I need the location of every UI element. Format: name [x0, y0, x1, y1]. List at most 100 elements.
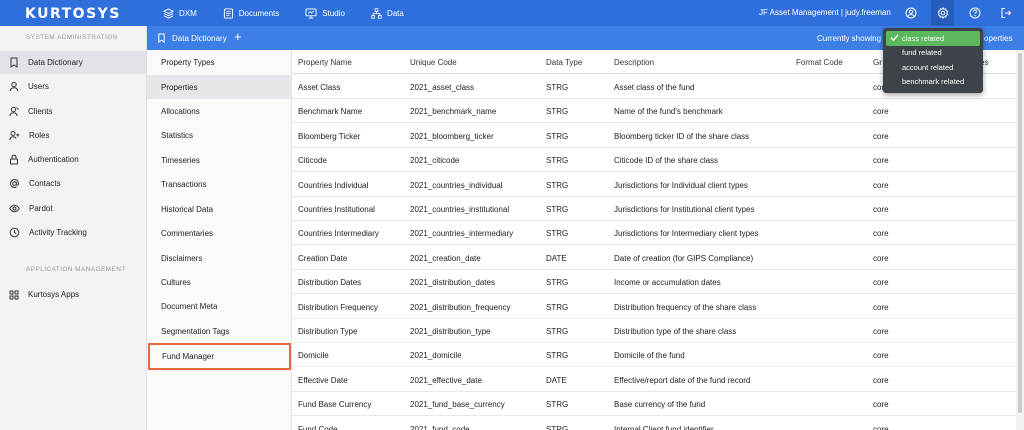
sidebar-item-clients[interactable]: Clients	[0, 100, 146, 123]
table-row[interactable]: Citicode 2021_citicode STRG Citicode ID of …	[292, 148, 1016, 173]
table-row[interactable]: Fund Code 2021_fund_code STRG Internal Clie…	[292, 417, 1016, 430]
cell-property-name: Fund Code	[298, 424, 338, 430]
sidebar-item-users[interactable]: Users	[0, 75, 146, 98]
cell-property-name: Fund Base Currency	[298, 400, 372, 410]
sidebar-item-label: Users	[28, 82, 49, 91]
cell-description: Jurisdictions for Individual client type…	[614, 180, 748, 190]
category-commentaries[interactable]: Commentaries	[147, 221, 292, 245]
category-statistics[interactable]: Statistics	[147, 123, 292, 147]
cell-description: Asset class of the fund	[614, 83, 695, 92]
sidebar-item-data-dictionary[interactable]: Data Dictionary	[0, 51, 146, 74]
sidebar-item-activity-tracking[interactable]: Activity Tracking	[0, 221, 146, 244]
cell-data-type: DATE	[546, 375, 567, 385]
cell-description: Internal Client fund identifier	[614, 424, 714, 430]
at-icon	[9, 178, 20, 189]
category-allocations[interactable]: Allocations	[147, 99, 292, 123]
table-row[interactable]: Countries Individual 2021_countries_indiv…	[292, 173, 1016, 197]
table-row[interactable]: Countries Intermediary 2021_countries_int…	[292, 221, 1016, 246]
sidebar-item-kurtosys-apps[interactable]: Kurtosys Apps	[0, 283, 146, 306]
category-transactions[interactable]: Transactions	[147, 172, 292, 196]
bookmark-icon	[10, 57, 18, 68]
category-timeseries[interactable]: Timeseries	[147, 148, 292, 172]
dropdown-option-benchmark-related[interactable]: benchmark related	[886, 75, 980, 90]
column-header-unique-code[interactable]: Unique Code	[410, 58, 457, 67]
account-label[interactable]: JF Asset Management | judy.freeman	[759, 8, 891, 17]
settings-button[interactable]	[931, 0, 954, 26]
sidebar-item-pardot[interactable]: Pardot	[0, 197, 146, 220]
table-scrollbar-thumb[interactable]	[1018, 53, 1022, 413]
roles-icon	[9, 131, 20, 141]
cell-data-type: STRG	[546, 400, 569, 410]
dropdown-option-account-related[interactable]: account related	[886, 60, 980, 75]
sidebar-item-authentication[interactable]: Authentication	[0, 148, 146, 171]
sidebar-item-label: Pardot	[29, 204, 53, 213]
cell-data-type: STRG	[546, 107, 569, 117]
cell-group: core	[873, 253, 889, 263]
category-document-meta[interactable]: Document Meta	[147, 294, 292, 318]
column-header-group[interactable]: Gr	[873, 58, 882, 67]
add-button[interactable]: +	[234, 30, 242, 43]
nav-documents[interactable]: Documents	[223, 7, 279, 19]
column-header-property-name[interactable]: Property Name	[298, 58, 352, 67]
cell-data-type: STRG	[546, 278, 569, 288]
column-header-description[interactable]: Description	[614, 58, 654, 67]
nav-data[interactable]: Data	[371, 7, 404, 19]
table-row[interactable]: Fund Base Currency 2021_fund_base_currenc…	[292, 392, 1016, 417]
table-row[interactable]: Creation Date 2021_creation_date DATE Date …	[292, 246, 1016, 270]
category-cultures[interactable]: Cultures	[147, 270, 292, 294]
table-row[interactable]: Distribution Type 2021_distribution_type S…	[292, 319, 1016, 343]
cell-description: Jurisdictions for Intermediary client ty…	[614, 229, 759, 239]
cell-property-name: Distribution Type	[298, 327, 358, 336]
logout-button[interactable]	[995, 0, 1016, 26]
dropdown-option-fund-related[interactable]: fund related	[886, 46, 980, 61]
cell-data-type: STRG	[546, 302, 569, 312]
category-fund-manager[interactable]: Fund Manager	[148, 343, 291, 370]
cell-group: core	[873, 205, 889, 214]
top-icon-group	[900, 0, 1024, 26]
cell-property-name: Bloomberg Ticker	[298, 131, 361, 141]
user-profile-button[interactable]	[900, 0, 921, 26]
category-disclaimers[interactable]: Disclaimers	[147, 246, 292, 270]
sidebar-item-label: Kurtosys Apps	[28, 290, 80, 299]
cell-unique-code: 2021_fund_code	[410, 424, 470, 430]
help-icon	[969, 7, 980, 19]
nav-studio[interactable]: Studio	[305, 7, 345, 19]
layers-icon	[163, 7, 174, 19]
data-dictionary-title: Data Dictionary	[157, 33, 227, 43]
table-row[interactable]: Domicile 2021_domicile STRG Domicile of the…	[292, 343, 1016, 368]
dropdown-option-label: fund related	[902, 48, 942, 58]
sidebar-item-label: Activity Tracking	[29, 228, 87, 237]
table-row[interactable]: Countries Institutional 2021_countries_in…	[292, 197, 1016, 221]
dropdown-option-label: class related	[902, 33, 945, 43]
currently-showing-label: Currently showing	[817, 34, 882, 43]
nav-studio-label: Studio	[322, 8, 345, 18]
cell-property-name: Benchmark Name	[298, 107, 363, 117]
cell-data-type: STRG	[546, 180, 569, 190]
table-row[interactable]: Effective Date 2021_effective_date DATE Eff…	[292, 368, 1016, 392]
table-row[interactable]: Bloomberg Ticker 2021_bloomberg_ticker STR…	[292, 124, 1016, 148]
sidebar-item-roles[interactable]: Roles	[0, 124, 146, 147]
kurtosys-logo[interactable]: KURTOSYS	[25, 6, 121, 22]
table-row[interactable]: Distribution Frequency 2021_distribution_…	[292, 295, 1016, 319]
column-header-format-code[interactable]: Format Code	[796, 58, 843, 67]
cell-description: Distribution type of the share class	[614, 327, 737, 336]
section-label-system-administration: SYSTEM ADMINISTRATION	[26, 34, 118, 41]
table-row[interactable]: Benchmark Name 2021_benchmark_name STRG Nam…	[292, 99, 1016, 124]
cell-data-type: STRG	[546, 424, 569, 430]
category-segmentation-tags[interactable]: Segmentation Tags	[147, 319, 292, 343]
category-properties[interactable]: Properties	[147, 75, 292, 99]
help-button[interactable]	[964, 0, 985, 26]
dropdown-option-class-related[interactable]: class related	[886, 31, 980, 46]
nav-dxm[interactable]: DXM	[163, 7, 197, 19]
category-historical-data[interactable]: Historical Data	[147, 197, 292, 221]
cell-data-type: STRG	[546, 131, 569, 141]
category-property-types[interactable]: Property Types	[147, 50, 292, 74]
table-row[interactable]: Distribution Dates 2021_distribution_date…	[292, 270, 1016, 295]
column-header-data-type[interactable]: Data Type	[546, 58, 582, 67]
sidebar-item-label: Contacts	[29, 179, 61, 188]
cell-description: Bloomberg ticker ID of the share class	[614, 131, 750, 141]
dropdown-option-label: account related	[902, 62, 954, 72]
cell-unique-code: 2021_distribution_type	[410, 327, 491, 336]
sidebar: SYSTEM ADMINISTRATION Data Dictionary Us…	[0, 26, 147, 430]
sidebar-item-contacts[interactable]: Contacts	[0, 172, 146, 195]
